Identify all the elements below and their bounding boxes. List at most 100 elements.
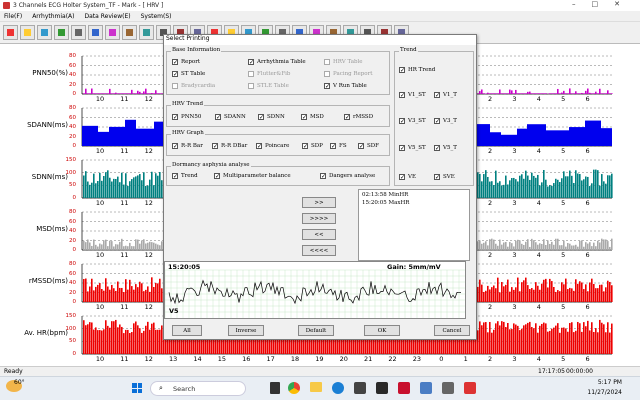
checkbox-icon (324, 71, 330, 77)
toolbar-button-icon[interactable] (54, 25, 69, 40)
list-item[interactable]: 15:20:05 MaxHR (359, 200, 469, 206)
checkbox-icon: ✓ (256, 143, 263, 150)
x-tick-label: 2 (488, 251, 493, 259)
app-icon-l[interactable] (376, 382, 388, 394)
base-option-checkbox[interactable]: ✓ Arrhythmia Table (248, 59, 306, 66)
x-tick-label: 12 (144, 355, 153, 363)
trend-checkbox[interactable]: ✓ V3_T (434, 118, 457, 125)
option-label: VE (408, 174, 416, 180)
base-option-checkbox: Bradycardia (172, 83, 215, 89)
x-tick-label: 17 (266, 355, 275, 363)
trend-checkbox[interactable]: ✓ V5_T (434, 145, 457, 152)
hrv-trend-checkbox[interactable]: ✓ SDNN (258, 114, 285, 121)
toolbar-button-icon[interactable] (20, 25, 35, 40)
y-tick-label: 20 (69, 133, 76, 140)
y-tick-label: 100 (65, 325, 77, 332)
x-tick-label: 6 (585, 95, 590, 103)
move-button[interactable]: >> (302, 197, 336, 208)
cancel-button[interactable]: Cancel (434, 325, 470, 336)
hrv-graph-checkbox[interactable]: ✓ R-R Bar (172, 143, 203, 150)
app-icon-blue[interactable] (420, 382, 432, 394)
hrv-graph-checkbox[interactable]: ✓ R-R DBar (212, 143, 248, 150)
x-tick-label: 5 (561, 355, 566, 363)
option-label: V3_T (443, 118, 457, 124)
option-label: HR Trend (408, 67, 436, 73)
trend-checkbox[interactable]: ✓ SVE (434, 174, 455, 181)
dormancy-checkbox[interactable]: ✓ Multiparameter balance (214, 173, 291, 180)
trend-checkbox[interactable]: ✓ V3_ST (399, 118, 426, 125)
hrv-trend-checkbox[interactable]: ✓ SDANN (215, 114, 246, 121)
option-label: SDANN (224, 114, 246, 120)
checkbox-icon: ✓ (172, 143, 179, 150)
ecg-gain: Gain: 5mm/mV (387, 263, 441, 271)
checkbox-icon: ✓ (248, 59, 255, 66)
default-button[interactable]: Default (298, 325, 334, 336)
holter-app-icon[interactable] (464, 382, 476, 394)
file-explorer-icon[interactable] (310, 382, 322, 392)
x-tick-label: 16 (242, 355, 251, 363)
trend-checkbox[interactable]: ✓ V1_ST (399, 92, 426, 99)
option-label: R-R DBar (221, 143, 248, 149)
option-label: PNN50 (181, 114, 202, 120)
x-tick-label: 4 (536, 95, 541, 103)
selected-events-list[interactable]: 02:13:58 MinHR 15:20:05 MaxHR (358, 189, 470, 261)
search-box[interactable]: ⌕ Search (150, 381, 246, 396)
hrv-trend-checkbox[interactable]: ✓ MSD (301, 114, 324, 121)
x-tick-label: 13 (169, 355, 178, 363)
dormancy-checkbox[interactable]: ✓ Trend (172, 173, 198, 180)
inverse-button[interactable]: Inverse (228, 325, 264, 336)
menu-system[interactable]: System(S) (141, 13, 172, 20)
menu-file[interactable]: File(F) (4, 13, 22, 20)
ok-button[interactable]: OK (364, 325, 400, 336)
chrome-icon[interactable] (288, 382, 300, 394)
start-icon[interactable] (132, 383, 142, 393)
menu-data-review[interactable]: Data Review(E) (85, 13, 131, 20)
x-tick-label: 11 (120, 251, 129, 259)
dormancy-checkbox[interactable]: ✓ Dangers analyse (320, 173, 375, 180)
x-tick-label: 10 (95, 251, 105, 259)
mcafee-icon[interactable] (398, 382, 410, 394)
toolbar-button-icon[interactable] (139, 25, 154, 40)
toolbar-button-icon[interactable] (3, 25, 18, 40)
hrv-graph-checkbox[interactable]: ✓ FS (330, 143, 347, 150)
base-option-checkbox[interactable]: ✓ V Run Table (324, 83, 367, 90)
app-icon-grey[interactable] (442, 382, 454, 394)
edge-icon[interactable] (332, 382, 344, 394)
x-tick-label: 10 (95, 147, 105, 155)
hrv-graph-checkbox[interactable]: ✓ Poincare (256, 143, 289, 150)
hrv-trend-checkbox[interactable]: ✓ PNN50 (172, 114, 202, 121)
x-tick-label: 10 (95, 355, 105, 363)
base-option-checkbox[interactable]: ✓ ST Table (172, 71, 205, 78)
toolbar-button-icon[interactable] (37, 25, 52, 40)
y-tick-label: 0 (72, 143, 77, 149)
base-option-checkbox[interactable]: ✓ Report (172, 59, 200, 66)
trend-checkbox[interactable]: ✓ V5_ST (399, 145, 426, 152)
window-controls[interactable]: –□✕ (572, 0, 636, 8)
move-button[interactable]: << (302, 229, 336, 240)
toolbar-button-icon[interactable] (88, 25, 103, 40)
menu-arrhythmia[interactable]: Arrhythmia(A) (32, 13, 74, 20)
trend-checkbox[interactable]: ✓ V1_T (434, 92, 457, 99)
move-button[interactable]: >>>> (302, 213, 336, 224)
checkbox-icon: ✓ (399, 92, 406, 99)
all-button[interactable]: All (172, 325, 202, 336)
toolbar-button-icon[interactable] (105, 25, 120, 40)
x-tick-label: 2 (488, 303, 493, 311)
task-view-icon[interactable] (270, 382, 280, 394)
trend-checkbox[interactable]: ✓ HR Trend (399, 67, 436, 74)
trend-checkbox[interactable]: ✓ VE (399, 174, 416, 181)
hrv-trend-checkbox[interactable]: ✓ rMSSD (344, 114, 373, 121)
toolbar-button-icon[interactable] (122, 25, 137, 40)
move-button[interactable]: <<<< (302, 245, 336, 256)
hrv-graph-checkbox[interactable]: ✓ SDF (358, 143, 379, 150)
toolbar-button-icon[interactable] (71, 25, 86, 40)
status-time-1: 17:17:05 (538, 368, 565, 375)
x-tick-label: 6 (585, 303, 590, 311)
hrv-graph-checkbox[interactable]: ✓ SDP (302, 143, 323, 150)
hrv-graph-label: HRV Graph (171, 130, 205, 136)
store-icon[interactable] (354, 382, 366, 394)
dialog-title: Select Printing (164, 35, 476, 45)
list-item[interactable]: 02:13:58 MinHR (359, 190, 469, 200)
base-option-checkbox: Flutter&Fib (248, 71, 290, 77)
y-tick-label: 60 (69, 114, 76, 121)
